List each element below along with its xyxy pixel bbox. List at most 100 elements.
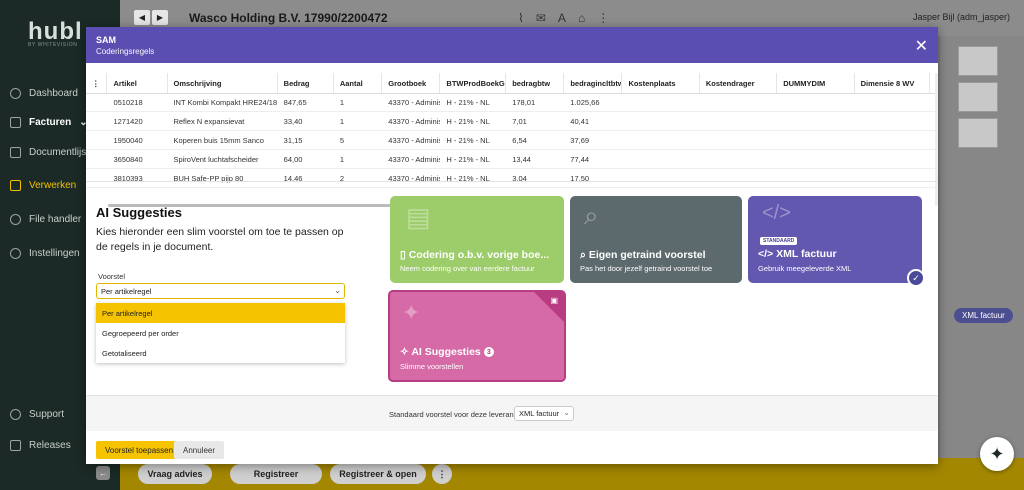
table-cell: 3650840 [113,155,143,164]
font-icon[interactable]: A [558,11,566,25]
ai-suggestions-description: Kies hieronder een slim voorstel om toe … [96,226,344,253]
sidebar-item-dashboard[interactable]: Dashboard [10,84,78,102]
registreer-open-button[interactable]: Registreer & open [330,464,426,484]
column-header[interactable]: BTWProdBoekGrp [440,73,507,93]
table-cell: 40,41 [570,117,590,126]
page-thumbnail[interactable] [958,82,998,112]
cancel-button[interactable]: Annuleer [174,441,225,459]
table-cell: 1.025,66 [570,98,600,107]
table-cell: H - 21% - NL [446,98,490,107]
sidebar-item-instellingen[interactable]: Instellingen [10,244,80,262]
doc-navigation: ◀ ▶ [134,10,168,25]
table-row[interactable]: 1950040 Koperen buis 15mm Sanco 31,15 5 4337… [86,132,938,150]
table-row[interactable]: 1271420 Reflex N expansievat 33,40 1 43370 -… [86,113,938,131]
column-header[interactable]: Dimensie 8 WV [855,73,931,93]
sidebar-item-releases[interactable]: Releases [10,436,71,454]
attachment-icon[interactable]: ⌇ [518,11,524,25]
column-header[interactable]: bedragbtw [506,73,565,93]
option-gegroepeerd-per-order[interactable]: Gegroepeerd per order [96,323,345,343]
table-cell: SpiroVent luchtafscheider [173,155,259,164]
column-header[interactable]: DUMMYDIM [777,73,855,93]
option-getotaliseerd[interactable]: Getotaliseerd [96,343,345,363]
graduation-cap-icon[interactable]: ⌂ [578,11,585,25]
voorstel-select[interactable]: Per artikelregel ⌄ [96,283,345,299]
standard-proposal-row: Standaard voorstel voor deze leverancier… [86,395,938,431]
table-cell [700,113,777,130]
sidebar-item-label: Support [29,408,65,420]
sparkles-icon: ✦ [402,300,421,325]
standard-proposal-select[interactable]: XML factuur ⌄ [514,406,574,421]
column-menu-icon[interactable]: ⋮ [86,73,108,93]
sidebar-item-label: Verwerken [29,179,77,191]
table-cell: 5 [339,136,345,145]
column-header[interactable]: Omschrijving [168,73,278,93]
apply-proposal-button[interactable]: Voorstel toepassen [96,441,183,459]
standard-proposal-value: XML factuur [519,409,560,418]
search-icon: ⌕ [584,200,599,230]
voorstel-dropdown: Per artikelregel Gegroepeerd per order G… [96,303,345,363]
close-icon[interactable]: ✕ [915,36,928,56]
option-per-artikelregel[interactable]: Per artikelregel [96,303,345,323]
next-arrow-icon[interactable]: ▶ [152,10,168,25]
card-eigen-getraind-voorstel[interactable]: ⌕ ⌕ Eigen getraind voorstel Pas het door… [570,196,742,283]
table-cell [855,132,930,149]
xml-factuur-chip[interactable]: XML factuur [954,308,1013,323]
ai-suggestions-title: AI Suggesties [96,205,182,220]
card-ai-suggesties[interactable]: ▣ ✦ ✧ AI Suggesties 3 Slimme voorstellen [388,290,566,382]
table-cell: 1271420 [113,117,143,126]
table-cell: 0510218 [113,98,143,107]
table-cell: H - 21% - NL [446,117,490,126]
sidebar-item-facturen[interactable]: Facturen ⌄ [10,113,88,131]
sidebar-item-file-handler[interactable]: File handler [10,210,81,228]
column-header[interactable]: Grootboek [382,73,441,93]
table-cell: H - 21% - NL [446,136,490,145]
table-cell [855,151,930,168]
column-header[interactable]: bedragincltbtw [564,73,623,93]
voorstel-select-value: Per artikelregel [101,286,152,296]
sidebar-item-label: File handler [29,213,82,225]
table-cell: 178,01 [512,98,536,107]
list-icon [10,146,21,158]
column-header[interactable]: Kostenplaats [622,73,700,93]
column-header[interactable]: Aantal [334,73,383,93]
column-header[interactable]: Artikel [107,73,168,93]
sam-modal: SAM Coderingsregels ✕ ⋮ Artikel Omschrijvi… [86,27,938,464]
voorstel-label: Voorstel [98,272,126,281]
page-thumbnail[interactable] [958,118,998,148]
document-title: Wasco Holding B.V. 17990/2200472 [189,11,388,25]
more-vertical-icon[interactable]: ⋮ [597,11,609,25]
invoice-icon [10,116,21,128]
card-codering-vorige-boeking[interactable]: ▤ ▯ Codering o.b.v. vorige boe... Neem c… [390,196,564,283]
table-cell [700,151,777,168]
table-cell [622,132,699,149]
cloud-icon [10,213,21,225]
table-cell [777,151,854,168]
table-cell [700,94,777,111]
table-row[interactable]: 0510218 INT Kombi Kompakt HRE24/18 847,65 1… [86,94,938,112]
table-cell [777,113,854,130]
card-xml-factuur[interactable]: </> STANDAARD </> XML factuur Gebruik me… [748,196,922,283]
previous-arrow-icon[interactable]: ◀ [134,10,150,25]
table-row[interactable]: 3650840 SpiroVent luchtafscheider 64,00 1 43… [86,151,938,169]
page-thumbnail[interactable] [958,46,998,76]
sidebar-item-documentlijst[interactable]: Documentlijst [10,143,89,161]
column-header[interactable]: Kostendrager [700,73,778,93]
more-vertical-icon[interactable]: ⋮ [432,464,452,484]
column-header[interactable]: Bedrag [278,73,334,93]
mail-icon[interactable]: ✉ [536,11,546,25]
sidebar-item-support[interactable]: Support [10,405,64,423]
releases-icon [10,439,21,451]
table-cell: Reflex N expansievat [173,117,245,126]
card-title: ⌕ Eigen getraind voorstel [580,249,706,261]
table-cell [777,132,854,149]
registreer-button[interactable]: Registreer [230,464,322,484]
table-cell: 43370 - Adminis... [388,155,441,164]
vraag-advies-button[interactable]: Vraag advies [138,464,212,484]
card-title: ▯ Codering o.b.v. vorige boe... [400,249,550,261]
back-arrow-icon[interactable]: ← [96,466,110,480]
ai-assistant-button[interactable]: ✦ [980,437,1014,471]
gear-icon [10,247,21,259]
card-subtitle: Pas het door jezelf getraind voorstel to… [580,264,713,273]
card-corner [534,292,564,322]
sidebar-item-verwerken[interactable]: Verwerken [10,176,76,194]
